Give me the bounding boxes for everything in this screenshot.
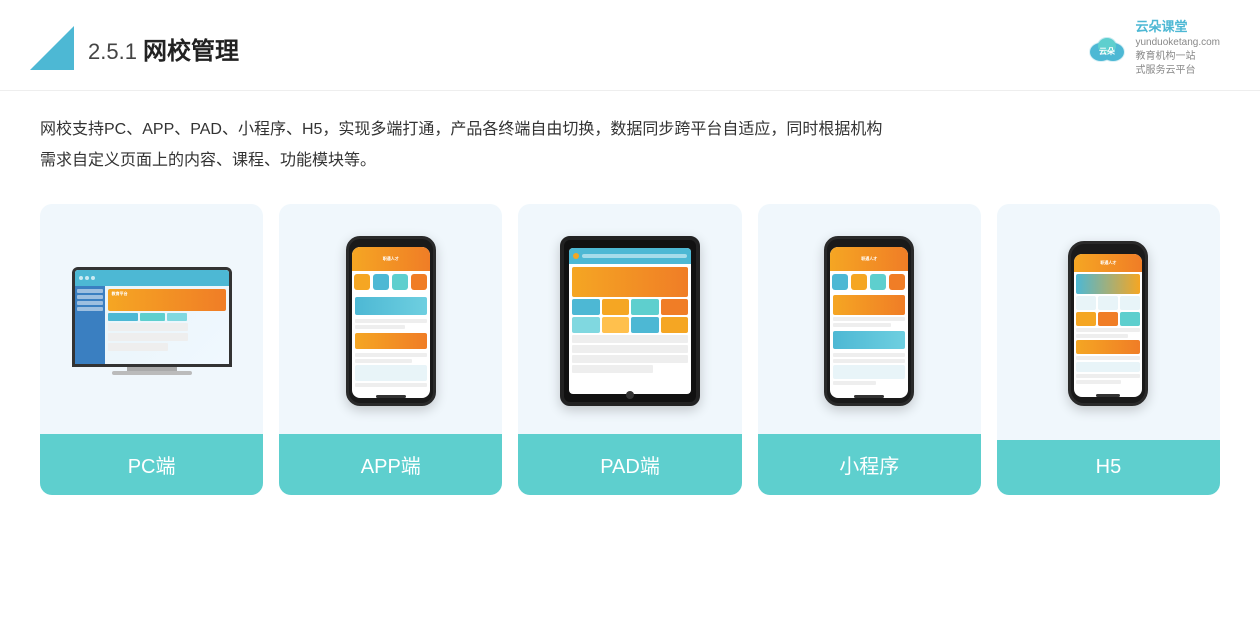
miniprogram-phone-mockup: 职通人才 <box>824 236 914 406</box>
description-text: 网校支持PC、APP、PAD、小程序、H5，实现多端打通，产品各终端自由切换，数… <box>40 115 1220 176</box>
cloud-logo-icon: 云朵 <box>1085 32 1129 64</box>
h5-phone-mockup: 职通人才 <box>1068 241 1148 406</box>
pc-monitor: 教育平台 <box>72 267 232 367</box>
brand-text: 云朵课堂 yunduoketang.com 教育机构一站 式服务云平台 <box>1135 18 1220 78</box>
tablet-frame <box>560 236 700 406</box>
miniprogram-phone-screen: 职通人才 <box>830 247 908 398</box>
card-miniprogram-image: 职通人才 <box>758 204 981 434</box>
pc-mockup: 教育平台 <box>72 267 232 375</box>
brand-name: 云朵课堂 <box>1135 18 1220 36</box>
pc-screen-header <box>75 270 229 286</box>
main-content: 网校支持PC、APP、PAD、小程序、H5，实现多端打通，产品各终端自由切换，数… <box>0 91 1260 515</box>
miniprogram-phone-frame: 职通人才 <box>824 236 914 406</box>
card-app-label: APP端 <box>279 434 502 495</box>
svg-text:云朵: 云朵 <box>1099 46 1115 56</box>
tablet-mockup <box>560 236 700 406</box>
card-h5-image: 职通人才 <box>997 204 1220 440</box>
tablet-screen <box>569 248 691 394</box>
app-phone-screen: 职通人才 <box>352 247 430 398</box>
description-line2: 需求自定义页面上的内容、课程、功能模块等。 <box>40 146 1220 176</box>
page-header: 2.5.1 网校管理 云朵 云朵课堂 yunduoketang.com 教育机构… <box>0 0 1260 91</box>
card-pc-image: 教育平台 <box>40 204 263 434</box>
card-app: 职通人才 <box>279 204 502 495</box>
h5-phone-frame: 职通人才 <box>1068 241 1148 406</box>
page-title-prefix: 2.5.1 <box>88 39 143 64</box>
card-miniprogram: 职通人才 <box>758 204 981 495</box>
page-title: 2.5.1 网校管理 <box>88 31 239 66</box>
card-miniprogram-label: 小程序 <box>758 434 981 495</box>
cards-container: 教育平台 <box>40 204 1220 495</box>
pc-screen: 教育平台 <box>75 270 229 364</box>
card-pad-image <box>518 204 741 434</box>
card-pc: 教育平台 <box>40 204 263 495</box>
pc-stand <box>127 367 177 375</box>
brand-logo: 云朵 云朵课堂 yunduoketang.com 教育机构一站 式服务云平台 <box>1085 18 1220 78</box>
card-pc-label: PC端 <box>40 434 263 495</box>
brand-url: yunduoketang.com <box>1135 36 1220 50</box>
card-h5-label: H5 <box>997 440 1220 495</box>
logo-triangle-icon <box>30 26 74 70</box>
brand-slogan: 教育机构一站 式服务云平台 <box>1135 50 1220 78</box>
app-phone-mockup: 职通人才 <box>346 236 436 406</box>
header-right: 云朵 云朵课堂 yunduoketang.com 教育机构一站 式服务云平台 <box>1085 18 1220 78</box>
card-pad: PAD端 <box>518 204 741 495</box>
h5-phone-screen: 职通人才 <box>1074 254 1142 397</box>
description-line1: 网校支持PC、APP、PAD、小程序、H5，实现多端打通，产品各终端自由切换，数… <box>40 115 1220 145</box>
card-app-image: 职通人才 <box>279 204 502 434</box>
card-h5: 职通人才 <box>997 204 1220 495</box>
header-left: 2.5.1 网校管理 <box>30 26 239 70</box>
card-pad-label: PAD端 <box>518 434 741 495</box>
app-phone-frame: 职通人才 <box>346 236 436 406</box>
